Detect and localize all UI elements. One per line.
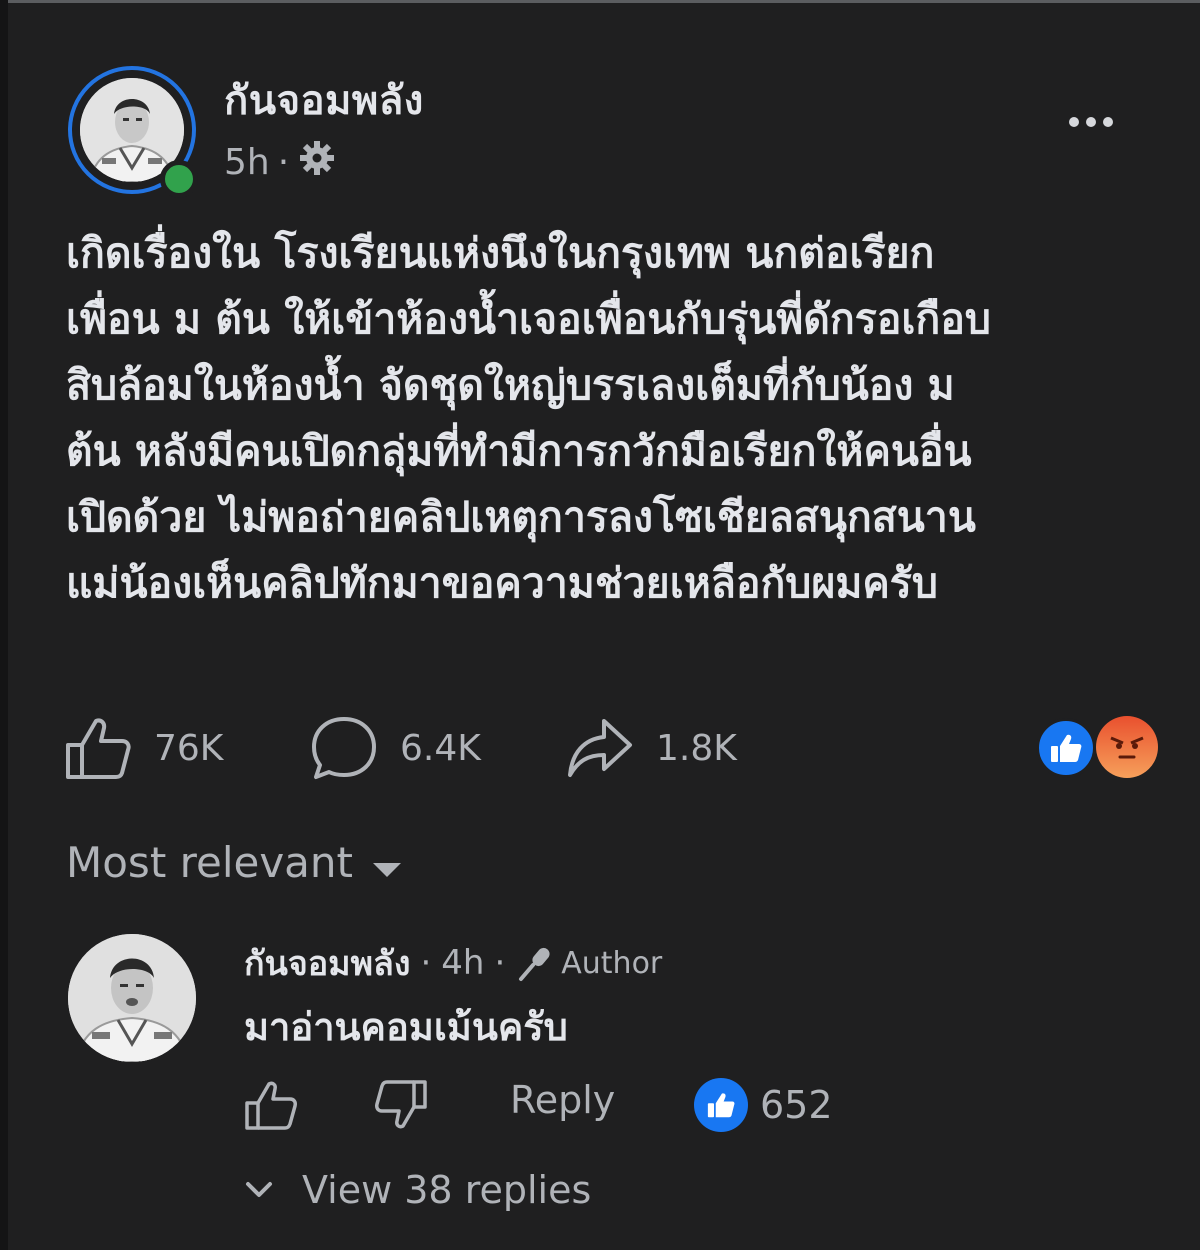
thumbs-up-icon xyxy=(245,1081,297,1130)
post-body-line: แม่น้องเห็นคลิปทักมาขอความช่วยเหลือกับผม… xyxy=(66,559,938,607)
post-body-line: เกิดเรื่องใน โรงเรียนแห่งนึงในกรุงเทพ นก… xyxy=(66,229,935,277)
comment-header: กันจอมพลัง · 4h · Author xyxy=(244,936,662,990)
reply-button[interactable]: Reply xyxy=(510,1078,615,1122)
post-body-line: ต้น หลังมีคนเปิดกลุ่มที่ทำมีการกวักมือเร… xyxy=(66,427,972,475)
meta-separator: · xyxy=(277,142,290,183)
comment-icon xyxy=(312,717,376,779)
like-count: 76K xyxy=(154,727,224,769)
window-left-edge xyxy=(0,0,8,1250)
author-badge: Author xyxy=(515,943,662,983)
comment-button[interactable]: 6.4K xyxy=(310,712,481,784)
comment-reaction-count[interactable]: 652 xyxy=(694,1078,833,1132)
like-reaction-icon xyxy=(1036,718,1096,778)
comment-like-button[interactable] xyxy=(244,1072,300,1138)
dot-icon xyxy=(1069,117,1079,127)
reaction-summary[interactable] xyxy=(1036,716,1160,780)
window-top-edge xyxy=(0,0,1200,3)
view-replies-label: View 38 replies xyxy=(302,1168,592,1212)
meta-separator: · xyxy=(494,943,506,983)
author-badge-label: Author xyxy=(561,945,663,981)
share-icon xyxy=(568,719,632,777)
post-author-name[interactable]: กันจอมพลัง xyxy=(224,68,424,132)
thumbs-down-icon xyxy=(375,1080,427,1129)
angry-reaction-icon xyxy=(1096,716,1158,778)
reaction-count: 652 xyxy=(760,1083,833,1127)
post-time[interactable]: 5h xyxy=(224,142,270,183)
comment-text: มาอ่านคอมเม้นครับ xyxy=(244,1005,568,1049)
view-replies-button[interactable]: View 38 replies xyxy=(244,1168,591,1212)
post-body-line: สิบล้อมในห้องน้ำ จัดชุดใหญ่บรรเลงเต็มที่… xyxy=(66,361,955,409)
comment-count: 6.4K xyxy=(400,727,481,769)
post-body-line: เปิดด้วย ไม่พอถ่ายคลิปเหตุการลงโซเชียลสน… xyxy=(66,493,976,541)
more-options-button[interactable] xyxy=(1056,100,1126,144)
online-status-dot xyxy=(160,160,198,198)
post-body-line: เพื่อน ม ต้น ให้เข้าห้องน้ำเจอเพื่อนกับร… xyxy=(66,295,991,343)
share-button[interactable]: 1.8K xyxy=(566,712,737,784)
post-meta: 5h · xyxy=(224,138,337,187)
caret-down-icon xyxy=(373,862,402,877)
gear-icon[interactable] xyxy=(297,138,337,187)
like-reaction-icon xyxy=(694,1078,748,1132)
sort-label: Most relevant xyxy=(66,838,354,887)
like-button[interactable]: 76K xyxy=(64,712,223,784)
microphone-icon xyxy=(519,947,550,981)
thumbs-up-icon xyxy=(66,718,131,779)
chevron-down-icon xyxy=(246,1182,272,1197)
comment-sort-dropdown[interactable]: Most relevant xyxy=(66,838,402,887)
post-body: เกิดเรื่องใน โรงเรียนแห่งนึงในกรุงเทพ นก… xyxy=(66,220,1146,616)
meta-separator: · xyxy=(420,943,432,983)
comment-author-avatar[interactable] xyxy=(68,934,196,1062)
dot-icon xyxy=(1103,117,1113,127)
comment-author-name[interactable]: กันจอมพลัง xyxy=(244,936,410,990)
share-count: 1.8K xyxy=(656,727,737,769)
dot-icon xyxy=(1086,117,1096,127)
comment-dislike-button[interactable] xyxy=(374,1072,430,1138)
comment-time[interactable]: 4h xyxy=(441,943,484,983)
